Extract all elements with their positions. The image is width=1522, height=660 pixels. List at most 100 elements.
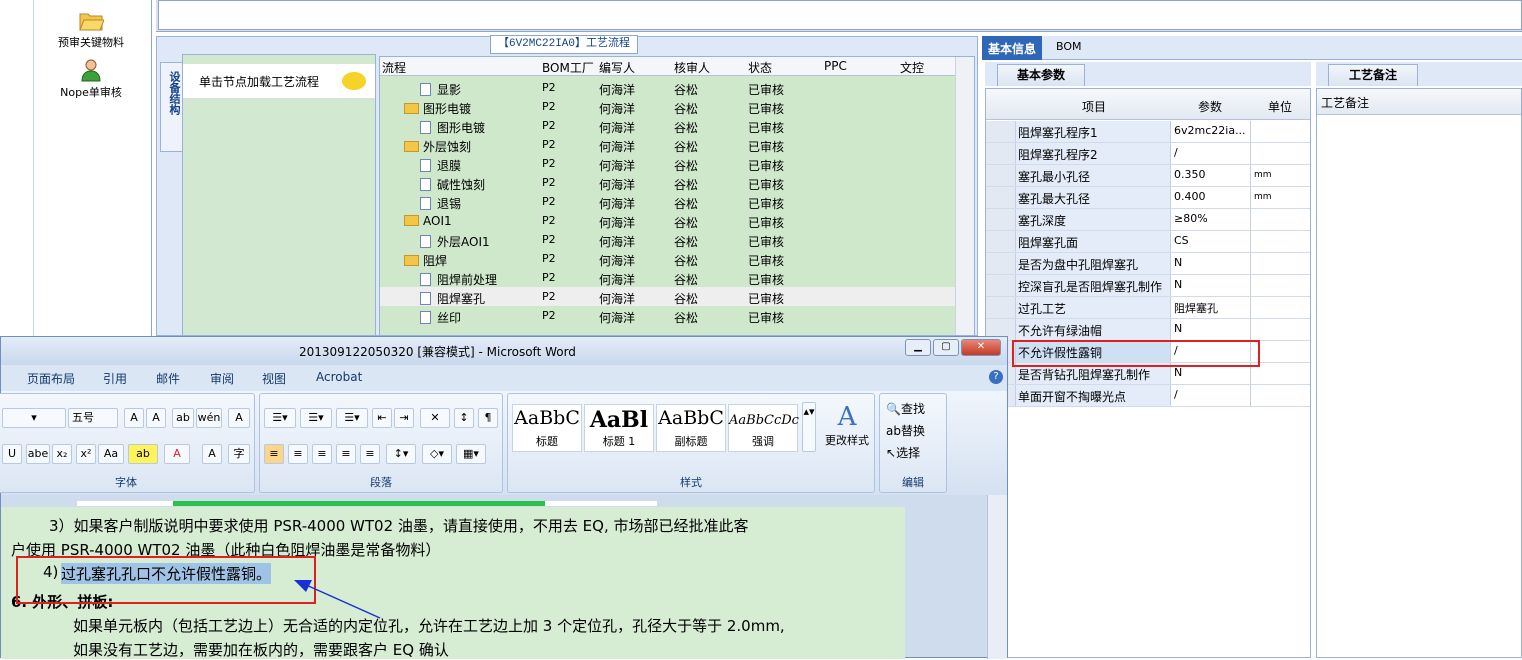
row-selector[interactable] <box>986 275 1016 296</box>
char-shading-icon[interactable]: A <box>202 444 222 464</box>
process-grid-scrollbar[interactable] <box>955 57 974 335</box>
table-row[interactable]: 外层AOI1 P2 何海洋 谷松 已审核 <box>380 230 956 249</box>
font-name-select[interactable]: ▾ <box>2 408 66 428</box>
underline-icon[interactable]: U <box>2 444 22 464</box>
shading-icon[interactable]: ◇▾ <box>422 444 452 464</box>
tab-equipment-structure[interactable]: 设备结构 <box>160 62 182 152</box>
param-row[interactable]: 不允许有绿油帽 N <box>986 319 1310 341</box>
menu-acrobat[interactable]: Acrobat <box>316 370 362 384</box>
enclose-char-icon[interactable]: 字 <box>228 444 250 464</box>
line-spacing-icon[interactable]: ↕▾ <box>386 444 416 464</box>
align-center-icon[interactable]: ≡ <box>288 444 308 464</box>
minimize-button[interactable]: ▁ <box>905 339 931 356</box>
tab-basic-info[interactable]: 基本信息 <box>982 36 1043 60</box>
param-value[interactable]: CS <box>1172 231 1251 252</box>
style-heading1[interactable]: AaBl 标题 1 <box>584 404 654 452</box>
multilevel-list-icon[interactable]: ☰▾ <box>336 408 368 428</box>
menu-references[interactable]: 引用 <box>103 370 127 387</box>
close-button[interactable]: ✕ <box>961 339 1001 356</box>
row-selector[interactable] <box>986 121 1016 142</box>
top-blank-field[interactable] <box>158 0 1522 30</box>
param-row[interactable]: 塞孔最大孔径 0.400 mm <box>986 187 1310 209</box>
menu-review[interactable]: 审阅 <box>210 370 234 387</box>
param-row[interactable]: 塞孔最小孔径 0.350 mm <box>986 165 1310 187</box>
help-icon[interactable]: ? <box>989 370 1003 384</box>
table-row[interactable]: 显影 P2 何海洋 谷松 已审核 <box>380 78 956 97</box>
bullets-icon[interactable]: ☰▾ <box>264 408 296 428</box>
param-row[interactable]: 塞孔深度 ≥80% <box>986 209 1310 231</box>
font-size-select[interactable]: 五号 <box>68 408 118 428</box>
menu-view[interactable]: 视图 <box>262 370 286 387</box>
row-selector[interactable] <box>986 231 1016 252</box>
param-value[interactable]: ≥80% <box>1172 209 1251 230</box>
table-row[interactable]: 丝印 P2 何海洋 谷松 已审核 <box>380 306 956 325</box>
maximize-button[interactable]: ▢ <box>933 339 959 356</box>
table-row[interactable]: 图形电镀 P2 何海洋 谷松 已审核 <box>380 116 956 135</box>
param-value[interactable]: 0.400 <box>1172 187 1251 208</box>
col-item[interactable]: 项目 <box>1082 98 1106 115</box>
pre-review-material-button[interactable]: 预审关键物料 <box>34 8 148 50</box>
borders-icon[interactable]: ▦▾ <box>456 444 486 464</box>
col-status[interactable]: 状态 <box>748 59 772 76</box>
col-process[interactable]: 流程 <box>382 59 406 76</box>
param-value[interactable]: N <box>1172 319 1251 340</box>
speech-bubble-icon[interactable] <box>342 72 366 90</box>
menu-mailings[interactable]: 邮件 <box>156 370 180 387</box>
change-styles-button[interactable]: A 更改样式 <box>822 402 872 448</box>
font-color-icon[interactable]: A <box>164 444 190 464</box>
table-row[interactable]: 退锡 P2 何海洋 谷松 已审核 <box>380 192 956 211</box>
increase-indent-icon[interactable]: ⇥ <box>394 408 414 428</box>
strikethrough-icon[interactable]: abe <box>26 444 50 464</box>
col-unit[interactable]: 单位 <box>1268 98 1292 115</box>
param-row[interactable]: 是否为盘中孔阻焊塞孔 N <box>986 253 1310 275</box>
col-param[interactable]: 参数 <box>1198 98 1222 115</box>
table-row[interactable]: 碱性蚀刻 P2 何海洋 谷松 已审核 <box>380 173 956 192</box>
clear-format-icon[interactable]: ab <box>172 408 194 428</box>
align-left-icon[interactable]: ≡ <box>264 444 284 464</box>
replace-button[interactable]: ab替换 <box>886 422 925 439</box>
style-subtitle[interactable]: AaBbC 副标题 <box>656 404 726 452</box>
char-border-icon[interactable]: A <box>228 408 250 428</box>
param-row[interactable]: 控深盲孔是否阻焊塞孔制作 N <box>986 275 1310 297</box>
table-row[interactable]: 图形电镀 P2 何海洋 谷松 已审核 <box>380 97 956 116</box>
highlight-color-icon[interactable]: ab <box>128 444 158 464</box>
subscript-icon[interactable]: x₂ <box>52 444 72 464</box>
table-row[interactable]: 阻焊前处理 P2 何海洋 谷松 已审核 <box>380 268 956 287</box>
show-marks-icon[interactable]: ¶ <box>478 408 498 428</box>
style-title[interactable]: AaBbC 标题 <box>512 404 582 452</box>
param-value[interactable]: / <box>1172 143 1251 164</box>
param-value[interactable]: 0.350 <box>1172 165 1251 186</box>
nope-review-button[interactable]: Nope单审核 <box>34 58 148 100</box>
superscript-icon[interactable]: x² <box>76 444 96 464</box>
grow-font-icon[interactable]: A <box>124 408 144 428</box>
find-button[interactable]: 🔍查找 <box>886 400 925 417</box>
table-row[interactable]: 阻焊塞孔 P2 何海洋 谷松 已审核 <box>380 287 956 306</box>
table-row[interactable]: AOI1 P2 何海洋 谷松 已审核 <box>380 211 956 230</box>
word-scrollbar[interactable] <box>987 495 1007 659</box>
tab-bom[interactable]: BOM <box>1050 36 1088 60</box>
tab-process-notes[interactable]: 工艺备注 <box>1328 64 1418 86</box>
styles-scroll[interactable]: ▴▾ <box>802 402 816 452</box>
numbering-icon[interactable]: ☰▾ <box>300 408 332 428</box>
justify-icon[interactable]: ≡ <box>336 444 356 464</box>
select-button[interactable]: ↖选择 <box>886 444 920 461</box>
param-row[interactable]: 阻焊塞孔面 CS <box>986 231 1310 253</box>
table-row[interactable]: 外层蚀刻 P2 何海洋 谷松 已审核 <box>380 135 956 154</box>
param-value[interactable]: / <box>1172 385 1251 406</box>
phonetic-icon[interactable]: wén <box>196 408 222 428</box>
col-reviewer[interactable]: 核审人 <box>674 59 710 76</box>
param-value[interactable]: N <box>1172 253 1251 274</box>
tab-basic-params[interactable]: 基本参数 <box>997 64 1085 86</box>
sort-icon[interactable]: ↕ <box>454 408 474 428</box>
distributed-icon[interactable]: ≡ <box>360 444 380 464</box>
row-selector[interactable] <box>986 297 1016 318</box>
row-selector[interactable] <box>986 253 1016 274</box>
param-value[interactable]: N <box>1172 275 1251 296</box>
asian-layout-icon[interactable]: ✕ <box>420 408 450 428</box>
table-row[interactable]: 阻焊 P2 何海洋 谷松 已审核 <box>380 249 956 268</box>
decrease-indent-icon[interactable]: ⇤ <box>372 408 392 428</box>
table-row[interactable]: 退膜 P2 何海洋 谷松 已审核 <box>380 154 956 173</box>
param-row[interactable]: 阻焊塞孔程序1 6v2mc22ia... <box>986 121 1310 143</box>
style-emphasis[interactable]: AaBbCcDc 强调 <box>728 404 799 452</box>
param-row[interactable]: 单面开窗不掏曝光点 / <box>986 385 1310 407</box>
